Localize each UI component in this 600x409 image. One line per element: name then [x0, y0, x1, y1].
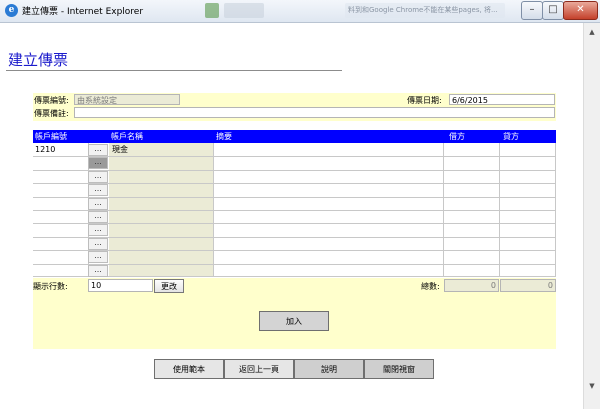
window-title: 建立傳票 - Internet Explorer — [22, 7, 144, 17]
row-divider — [33, 156, 556, 157]
row-divider — [33, 237, 556, 238]
column-header-credit: 貸方 — [503, 132, 519, 141]
row-divider — [33, 250, 556, 251]
account-no-cell[interactable]: 1210 — [35, 145, 55, 154]
row-divider — [33, 170, 556, 171]
browse-account-button[interactable]: ... — [88, 144, 108, 156]
help-button[interactable]: 說明 — [294, 359, 364, 379]
account-name-cell: 現金 — [112, 145, 128, 154]
column-divider — [499, 143, 500, 277]
total-label: 總數: — [421, 282, 440, 291]
column-header-debit: 借方 — [449, 132, 465, 141]
close-icon[interactable]: ✕ — [563, 1, 598, 20]
scroll-up-icon[interactable]: ▲ — [584, 25, 600, 39]
browse-account-button[interactable]: ... — [88, 224, 108, 236]
total-credit-field: 0 — [500, 279, 556, 292]
browse-account-button[interactable]: ... — [88, 184, 108, 196]
row-divider — [33, 223, 556, 224]
voucher-remark-label: 傳票備註: — [34, 109, 69, 118]
voucher-date-label: 傳票日期: — [407, 96, 442, 105]
title-divider — [6, 70, 342, 71]
browse-account-button[interactable]: ... — [88, 198, 108, 210]
voucher-no-field: 由系統設定 — [74, 94, 180, 105]
voucher-remark-field[interactable] — [74, 107, 555, 118]
browse-account-button[interactable]: ... — [88, 211, 108, 223]
background-window-text: 料到和Google Chrome不能在某些pages, 将...ascm... — [348, 6, 498, 14]
add-button[interactable]: 加入 — [259, 311, 329, 331]
close-window-button[interactable]: 關閉視窗 — [364, 359, 434, 379]
browse-account-button[interactable]: ... — [88, 251, 108, 263]
total-debit-field: 0 — [444, 279, 499, 292]
row-divider — [33, 276, 556, 277]
row-divider — [33, 210, 556, 211]
row-divider — [33, 264, 556, 265]
column-divider — [555, 143, 556, 277]
voucher-no-label: 傳票編號: — [34, 96, 69, 105]
voucher-date-field[interactable]: 6/6/2015 — [449, 94, 555, 105]
column-header-account-no: 帳戶編號 — [35, 132, 67, 141]
minimize-icon[interactable]: – — [521, 1, 543, 20]
voucher-header-panel: 傳票編號: 由系統設定 傳票日期: 6/6/2015 傳票備註: — [33, 93, 556, 121]
row-divider — [33, 197, 556, 198]
browse-account-button[interactable]: ... — [88, 171, 108, 183]
browse-account-button[interactable]: ... — [88, 238, 108, 250]
back-button[interactable]: 返回上一頁 — [224, 359, 294, 379]
window-titlebar: e 建立傳票 - Internet Explorer 料到和Google Chr… — [0, 0, 600, 23]
scroll-down-icon[interactable]: ▼ — [584, 379, 600, 393]
browse-account-button[interactable]: ... — [88, 265, 108, 277]
background-tab-blur — [205, 3, 219, 18]
column-header-account-name: 帳戶名稱 — [111, 132, 143, 141]
rows-count-label: 顯示行數: — [33, 282, 68, 291]
change-rows-button[interactable]: 更改 — [154, 279, 184, 293]
use-template-button[interactable]: 使用範本 — [154, 359, 224, 379]
grid-header: 帳戶編號 帳戶名稱 摘要 借方 貸方 — [33, 130, 556, 143]
maximize-icon[interactable]: □ — [542, 1, 564, 20]
voucher-entry-grid: 1210 現金 ... ... ... ... ... ... ... ... … — [33, 143, 556, 277]
ie-icon: e — [5, 4, 18, 17]
column-divider — [213, 143, 214, 277]
browse-account-button[interactable]: ... — [88, 157, 108, 169]
background-tab-blur — [224, 3, 264, 18]
row-divider — [33, 183, 556, 184]
page-title: 建立傳票 — [8, 51, 69, 69]
column-divider — [443, 143, 444, 277]
column-header-summary: 摘要 — [216, 132, 232, 141]
vertical-scrollbar[interactable]: ▲ ▼ — [583, 23, 600, 409]
rows-count-input[interactable]: 10 — [88, 279, 153, 292]
